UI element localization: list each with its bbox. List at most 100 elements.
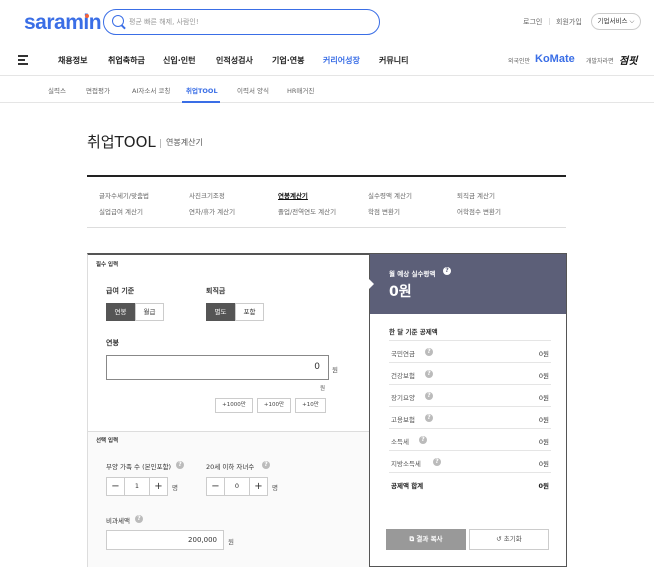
title-divider — [160, 139, 161, 148]
tool-link-gpa-converter[interactable]: 학점 변환기 — [368, 206, 400, 216]
search-input[interactable] — [129, 14, 369, 30]
search-icon[interactable] — [112, 15, 124, 27]
severance-label: 퇴직금 — [206, 287, 226, 295]
salary-unit: 원 — [332, 366, 338, 374]
children-stepper: − 0 + — [206, 477, 268, 496]
add-100k-button[interactable]: +10만 — [295, 398, 326, 413]
nontax-unit: 원 — [228, 538, 234, 546]
gnb-item-company[interactable]: 기업·연봉 — [272, 55, 304, 66]
children-value[interactable]: 0 — [225, 478, 249, 495]
local-tax-help-icon[interactable]: ? — [433, 458, 441, 466]
gnb-item-aptitude[interactable]: 인적성검사 — [216, 55, 253, 66]
salary-hint-unit: 원 — [320, 386, 326, 392]
main-nav: 채용정보 취업축하금 신입·인턴 인적성검사 기업·연봉 커리어성장 커뮤니티 … — [0, 44, 654, 76]
deduction-amount: 0원 — [538, 416, 549, 424]
deduction-name: 지방소득세 — [391, 460, 421, 468]
gnb-item-intern[interactable]: 신입·인턴 — [163, 55, 195, 66]
copy-result-label: 결과 복사 — [416, 535, 443, 543]
util-divider — [549, 18, 550, 25]
calculator-result-panel: 월 예상 실수령액 ? 0원 한 달 기준 공제액 국민연금 ? 0원 건강보험… — [369, 253, 567, 567]
longterm-help-icon[interactable]: ? — [425, 392, 433, 400]
search-bar[interactable] — [103, 9, 380, 35]
salary-input[interactable]: 0 — [106, 355, 329, 380]
login-link[interactable]: 로그인 — [523, 17, 542, 27]
salary-base-annual-button[interactable]: 연봉 — [106, 303, 135, 321]
foreigner-label: 외국인만 — [508, 58, 531, 65]
deduction-name: 건강보험 — [391, 372, 415, 380]
children-help-icon[interactable]: ? — [262, 461, 270, 469]
deduction-row-employment: 고용보험 ? 0원 — [389, 406, 551, 428]
deduction-amount: 0원 — [538, 394, 549, 402]
deduction-name: 국민연금 — [391, 350, 415, 358]
tool-link-graduation-calc[interactable]: 졸업/전역연도 계산기 — [278, 206, 336, 216]
children-plus-button[interactable]: + — [249, 478, 267, 495]
logo-dot-icon — [85, 14, 89, 18]
gnb-item-career[interactable]: 커리어성장 — [323, 55, 360, 66]
deduction-total-label: 공제액 합계 — [391, 482, 424, 490]
copy-icon: ⧉ — [409, 535, 415, 543]
developer-label: 개발자라면 — [586, 58, 614, 65]
gnb-item-jobs[interactable]: 채용정보 — [58, 55, 87, 66]
salary-base-label: 급여 기준 — [106, 287, 135, 295]
reset-label: 초기화 — [503, 535, 522, 543]
deduction-total-amount: 0원 — [538, 482, 549, 490]
lnb-item-career-tool[interactable]: 취업TOOL — [186, 85, 218, 95]
add-10m-button[interactable]: +1000만 — [215, 398, 253, 413]
required-section-label: 필수 입력 — [96, 262, 119, 268]
lnb-item-5[interactable]: HR매거진 — [287, 85, 314, 95]
employment-help-icon[interactable]: ? — [425, 414, 433, 422]
dependents-minus-button[interactable]: − — [107, 478, 125, 495]
page-subtitle: 연봉계산기 — [166, 138, 203, 147]
salary-label: 연봉 — [106, 339, 119, 347]
sub-nav: 실력스 면접평가 AI자소서 코칭 취업TOOL 이력서 양식 HR매거진 — [0, 76, 654, 103]
health-help-icon[interactable]: ? — [425, 370, 433, 378]
calculator-input-panel: 필수 입력 급여 기준 연봉 월급 퇴직금 별도 포함 연봉 0 원 원 +10… — [87, 253, 370, 567]
severance-included-button[interactable]: 포함 — [235, 303, 264, 321]
reset-button[interactable]: ↺ 초기화 — [469, 529, 549, 550]
top-header: saramin 로그인 회원가입 기업서비스 ⌵ — [0, 0, 654, 44]
income-tax-help-icon[interactable]: ? — [419, 436, 427, 444]
severance-separate-button[interactable]: 별도 — [206, 303, 235, 321]
tool-link-severance-calc[interactable]: 퇴직금 계산기 — [457, 190, 495, 200]
pension-help-icon[interactable]: ? — [425, 348, 433, 356]
deduction-row-longterm-care: 장기요양 ? 0원 — [389, 384, 551, 406]
dependents-value[interactable]: 1 — [125, 478, 149, 495]
saramin-logo[interactable]: saramin — [24, 11, 102, 35]
result-help-icon[interactable]: ? — [443, 267, 451, 275]
lnb-item-2[interactable]: AI자소서 코칭 — [132, 85, 170, 95]
add-1m-button[interactable]: +100만 — [257, 398, 291, 413]
biz-service-button[interactable]: 기업서비스 ⌵ — [591, 13, 641, 30]
tool-link-salary-calc[interactable]: 연봉계산기 — [278, 190, 308, 200]
lnb-item-4[interactable]: 이력서 양식 — [237, 85, 269, 95]
dependents-help-icon[interactable]: ? — [176, 461, 184, 469]
lnb-active-indicator — [182, 101, 220, 103]
lnb-item-1[interactable]: 면접평가 — [86, 85, 110, 95]
signup-link[interactable]: 회원가입 — [556, 17, 582, 27]
nontax-help-icon[interactable]: ? — [135, 515, 143, 523]
result-header: 월 예상 실수령액 ? 0원 — [369, 254, 566, 314]
dependents-plus-button[interactable]: + — [149, 478, 167, 495]
tool-link-photo-resize[interactable]: 사진크기조정 — [189, 190, 225, 200]
gnb-item-bonus[interactable]: 취업축하금 — [108, 55, 145, 66]
tool-link-unemployment-calc[interactable]: 실업급여 계산기 — [99, 206, 143, 216]
lnb-item-0[interactable]: 실력스 — [48, 85, 66, 95]
gnb-item-community[interactable]: 커뮤니티 — [379, 55, 408, 66]
tool-link-language-converter[interactable]: 어학점수 변환기 — [457, 206, 501, 216]
nontax-input[interactable]: 200,000 — [106, 530, 224, 550]
deduction-row-pension: 국민연금 ? 0원 — [389, 340, 551, 362]
tool-link-spellcheck[interactable]: 글자수세기/맞춤법 — [99, 190, 149, 200]
dependents-stepper: − 1 + — [106, 477, 168, 496]
copy-result-button[interactable]: ⧉ 결과 복사 — [386, 529, 466, 550]
deduction-amount: 0원 — [538, 372, 549, 380]
dependents-unit: 명 — [172, 484, 178, 492]
jumpit-logo[interactable]: 점핏 — [619, 52, 637, 67]
komate-logo[interactable]: KoMate — [535, 53, 575, 65]
salary-base-monthly-button[interactable]: 월급 — [135, 303, 164, 321]
deduction-row-total: 공제액 합계 0원 — [389, 472, 551, 494]
tool-link-leave-calc[interactable]: 연차/휴가 계산기 — [189, 206, 235, 216]
menu-hamburger-icon[interactable] — [18, 55, 28, 67]
reset-icon: ↺ — [496, 535, 502, 543]
optional-section-label: 선택 입력 — [96, 438, 119, 444]
children-minus-button[interactable]: − — [207, 478, 225, 495]
tool-link-takehome-calc[interactable]: 실수령액 계산기 — [368, 190, 412, 200]
